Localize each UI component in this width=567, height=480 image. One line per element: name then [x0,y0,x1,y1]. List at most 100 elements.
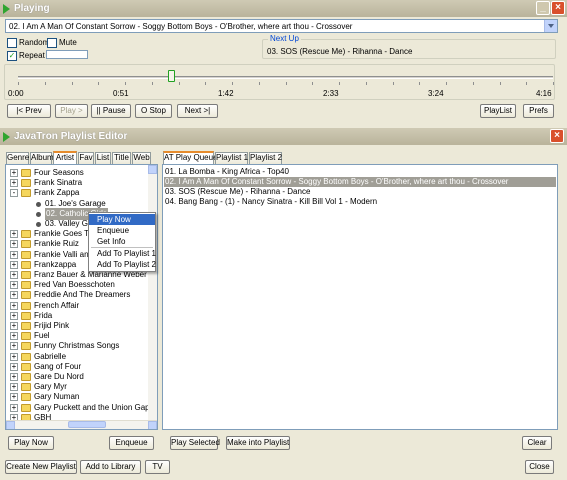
seek-track[interactable] [18,76,553,79]
folder-icon [21,322,31,330]
tab-web[interactable]: Web [132,152,151,164]
play-selected-button[interactable]: Play Selected [170,436,220,450]
close-icon[interactable]: × [550,129,564,143]
clear-button[interactable]: Clear [522,436,552,450]
tab-title[interactable]: Title [112,152,131,164]
expand-icon[interactable]: + [10,322,18,330]
play-icon [3,3,10,14]
expand-icon[interactable]: + [10,240,18,249]
pause-button[interactable]: || Pause [91,104,131,118]
expand-icon[interactable]: + [10,352,18,361]
volume-bar[interactable] [46,50,88,59]
queue-row[interactable]: 01. La Bomba - King Africa - Top40 [164,167,556,177]
track-icon [36,211,41,217]
expand-icon[interactable]: + [10,373,18,381]
expand-icon[interactable]: + [10,332,18,341]
tree-vscroll[interactable] [148,165,157,420]
expand-icon[interactable]: + [10,403,18,412]
scroll-left-icon[interactable] [6,421,15,429]
context-menu-item[interactable]: Add To Playlist 1 [89,248,156,259]
folder-icon [21,332,31,341]
context-menu-item[interactable]: Enqueue [89,225,155,236]
expand-icon[interactable]: + [10,260,18,269]
repeat-label: Repeat [19,51,45,60]
enqueue-button[interactable]: Enqueue [109,436,154,450]
player-title: Playing [14,3,50,14]
expand-icon[interactable]: + [10,301,18,310]
tab-artist[interactable]: Artist [53,151,77,164]
tab-album[interactable]: Album [30,152,54,164]
seek-tick [419,82,420,85]
tab-playlist-1[interactable]: Playlist 1 [215,152,248,164]
seek-tick [526,82,527,85]
play-now-button[interactable]: Play Now [8,436,54,450]
mute-checkbox[interactable] [47,38,57,48]
next-up-title: Next Up [268,34,301,43]
expand-icon[interactable]: + [10,311,18,320]
random-checkbox[interactable] [7,38,17,48]
editor-titlebar: JavaTron Playlist Editor × [0,128,567,145]
tab-playlist-2[interactable]: Playlist 2 [249,152,282,164]
playlist-button[interactable]: PlayList [480,104,516,118]
seek-tick [72,82,73,85]
artist-tree[interactable]: + Four Seasons + Frank Sinatra - Frank Zappa 0… [5,164,158,430]
add-library-button[interactable]: Add to Library [80,460,141,474]
folder-icon [21,240,31,249]
tree-hscroll[interactable] [6,420,157,429]
tree-hscroll-thumb[interactable] [68,421,106,428]
close-button[interactable]: Close [525,460,554,474]
random-label: Random [19,38,50,47]
queue-row[interactable]: 02. I Am A Man Of Constant Sorrow - Sogg… [164,177,556,187]
context-menu-separator [91,247,153,248]
seek-tick [553,82,554,85]
play-button[interactable]: Play > [55,104,88,118]
expand-icon[interactable]: + [10,271,18,279]
folder-icon [21,393,31,402]
expand-icon[interactable]: + [10,342,18,351]
now-playing-combo[interactable]: 02. I Am A Man Of Constant Sorrow - Sogg… [5,19,558,33]
expand-icon[interactable]: + [10,230,18,239]
expand-icon[interactable]: + [10,362,18,371]
prefs-button[interactable]: Prefs [523,104,554,118]
seek-thumb[interactable] [168,70,175,82]
scroll-right-icon[interactable] [148,421,157,429]
tab-fav[interactable]: Fav [78,152,94,164]
expand-icon[interactable]: + [10,169,18,177]
folder-icon [21,179,31,188]
chevron-down-icon[interactable] [544,20,557,32]
tab-list[interactable]: List [95,152,111,164]
expand-icon[interactable]: + [10,179,18,188]
expand-icon[interactable]: + [10,383,18,392]
minimize-icon[interactable]: _ [536,1,550,15]
queue-row[interactable]: 04. Bang Bang - (1) - Nancy Sinatra - Ki… [164,197,556,207]
prev-button[interactable]: |< Prev [7,104,51,118]
create-playlist-button[interactable]: Create New Playlist [5,460,77,474]
tab-genre[interactable]: Genre [6,152,29,164]
context-menu-item[interactable]: Add To Playlist 2 [89,259,156,270]
next-button[interactable]: Next >| [177,104,218,118]
folder-icon [21,311,31,320]
seek-tick [446,82,447,85]
queue-row[interactable]: 03. SOS (Rescue Me) - Rihanna - Dance [164,187,556,197]
close-icon[interactable]: × [551,1,565,15]
collapse-icon[interactable]: - [10,189,18,198]
context-menu-item[interactable]: Play Now [89,214,155,225]
seek-tick [45,82,46,85]
seek-tick [18,82,19,85]
repeat-checkbox[interactable]: ✓ [7,51,17,61]
stop-button[interactable]: O Stop [135,104,172,118]
tab-at-play-queue[interactable]: AT Play Queue [163,151,218,164]
play-queue-list[interactable]: 01. La Bomba - King Africa - Top40 02. I … [162,164,558,430]
folder-icon [21,230,31,239]
track-icon [36,222,41,227]
context-menu-item[interactable]: Get Info [89,236,155,247]
expand-icon[interactable]: + [10,291,18,300]
make-playlist-button[interactable]: Make into Playlist [226,436,290,450]
expand-icon[interactable]: + [10,250,18,259]
expand-icon[interactable]: + [10,281,18,290]
tv-button[interactable]: TV [145,460,170,474]
expand-icon[interactable]: + [10,393,18,402]
scroll-up-icon[interactable] [148,165,157,174]
folder-icon [21,362,31,371]
editor-title: JavaTron Playlist Editor [14,131,128,142]
